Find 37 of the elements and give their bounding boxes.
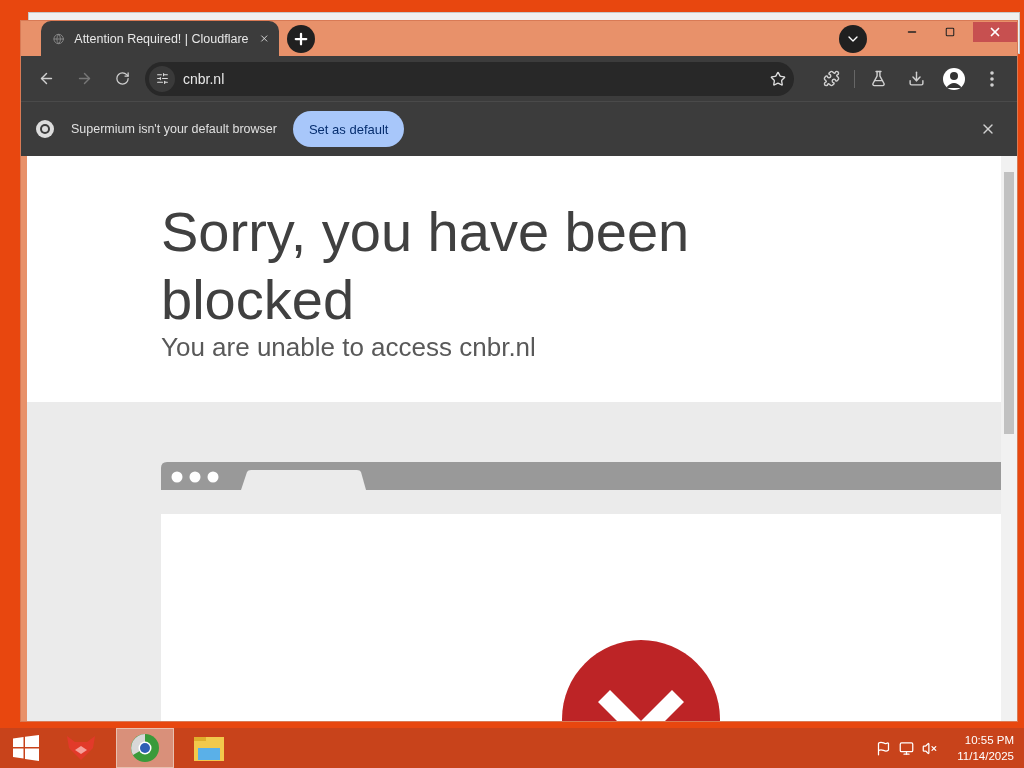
close-icon: [988, 25, 1002, 39]
browser-tab[interactable]: Attention Required! | Cloudflare: [41, 21, 279, 56]
tab-search-button[interactable]: [839, 25, 867, 53]
site-settings-icon[interactable]: [149, 65, 175, 92]
page-subheading: You are unable to access cnbr.nl: [161, 332, 537, 363]
reload-icon: [114, 71, 130, 86]
flask-icon: [869, 70, 887, 87]
folder-icon: [193, 734, 225, 762]
tab-title: Attention Required! | Cloudflare: [74, 31, 249, 46]
maximize-icon: [945, 27, 955, 37]
globe-icon: [53, 31, 65, 46]
taskbar-app[interactable]: [116, 728, 174, 768]
url-text: cnbr.nl: [183, 70, 226, 87]
download-icon: [907, 70, 925, 87]
sliders-icon: [155, 72, 169, 85]
close-button[interactable]: [973, 22, 1017, 42]
windows-logo-icon: [13, 735, 39, 761]
flag-icon[interactable]: [876, 740, 892, 756]
profile-icon: [943, 67, 965, 90]
network-icon[interactable]: [899, 740, 915, 756]
new-tab-button[interactable]: [287, 25, 315, 53]
infobar-message: Supermium isn't your default browser: [71, 122, 277, 136]
muted-speaker-icon[interactable]: [922, 740, 938, 756]
scrollbar[interactable]: [1001, 156, 1017, 721]
page-heading: Sorry, you have been blocked: [161, 199, 691, 333]
bookmark-star-icon[interactable]: [770, 70, 786, 87]
puzzle-icon: [822, 70, 840, 87]
close-icon[interactable]: [258, 32, 269, 45]
browser-logo-icon: [35, 119, 55, 139]
clock-date[interactable]: 11/14/2025: [957, 748, 1014, 764]
set-default-button[interactable]: Set as default: [292, 111, 405, 147]
clock-time[interactable]: 10:55 PM: [964, 732, 1014, 748]
browser-icon: [130, 733, 160, 763]
plus-icon: [292, 30, 310, 48]
fox-icon: [65, 734, 97, 762]
address-bar[interactable]: cnbr.nl: [145, 61, 794, 96]
menu-icon: [990, 70, 994, 87]
